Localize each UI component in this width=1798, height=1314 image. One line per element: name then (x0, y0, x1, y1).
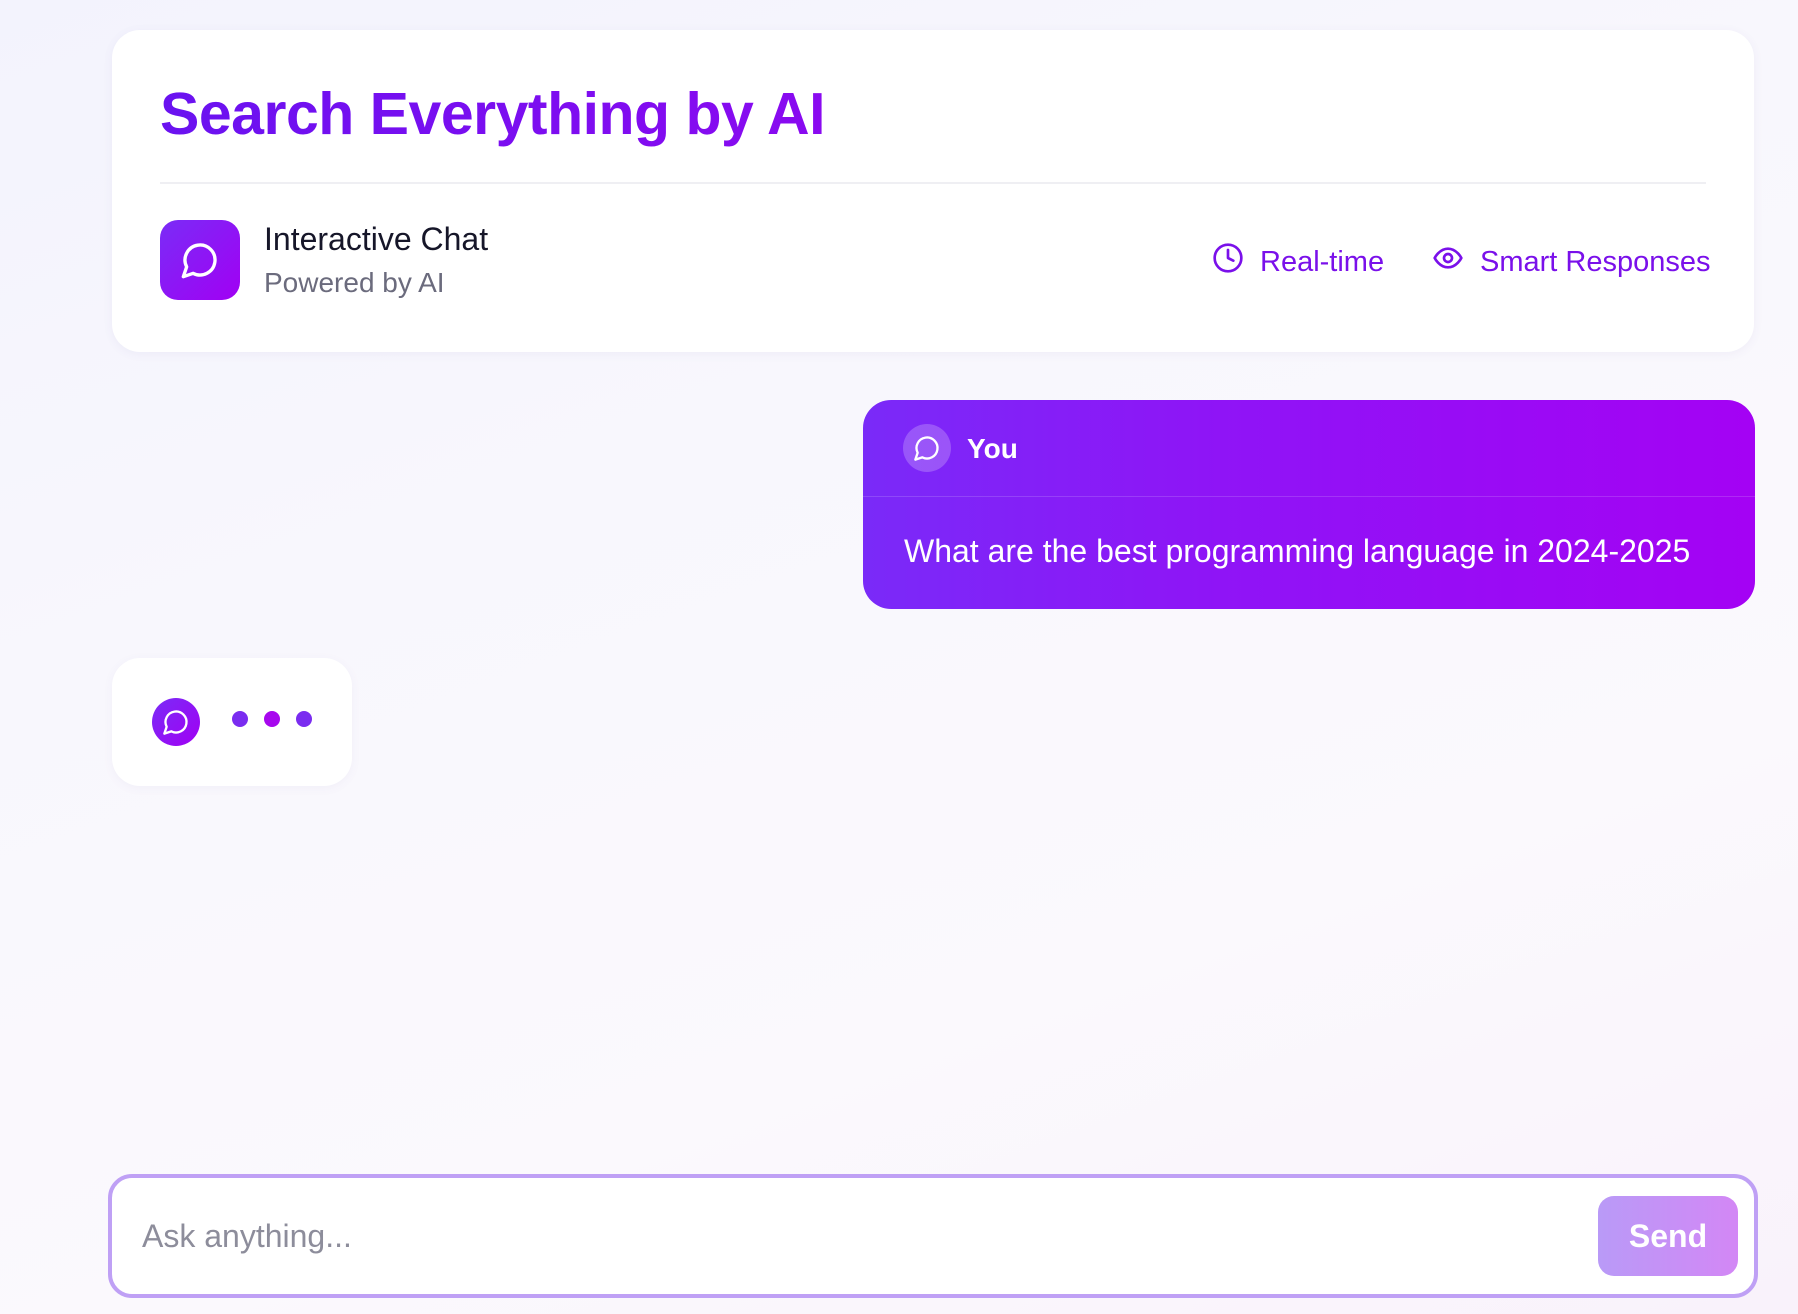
feature-label: Smart Responses (1480, 246, 1711, 278)
typing-indicator (112, 658, 352, 786)
page-title: Search Everything by AI (160, 81, 826, 147)
feature-smart-responses: Smart Responses (1432, 242, 1711, 283)
eye-icon (1432, 242, 1464, 283)
feature-realtime: Real-time (1212, 242, 1384, 283)
user-message: You What are the best programming langua… (863, 400, 1755, 609)
typing-dot (296, 711, 312, 727)
header-card: Search Everything by AI Interactive Chat… (112, 30, 1754, 352)
brand-title: Interactive Chat (264, 221, 489, 257)
message-sender: You (967, 433, 1018, 464)
chat-bubble-icon (160, 220, 240, 300)
clock-icon (1212, 242, 1244, 283)
chat-bubble-icon (152, 698, 200, 746)
chat-bubble-icon (903, 424, 951, 472)
header-divider (160, 182, 1706, 184)
feature-label: Real-time (1260, 246, 1385, 278)
chat-input[interactable] (142, 1196, 1562, 1276)
message-header: You (863, 400, 1755, 497)
typing-dot (232, 711, 248, 727)
send-button[interactable]: Send (1598, 1196, 1738, 1276)
message-text: What are the best programming language i… (904, 533, 1691, 569)
typing-dot (264, 711, 280, 727)
brand-subtitle: Powered by AI (264, 267, 445, 298)
composer: Send (108, 1174, 1758, 1298)
